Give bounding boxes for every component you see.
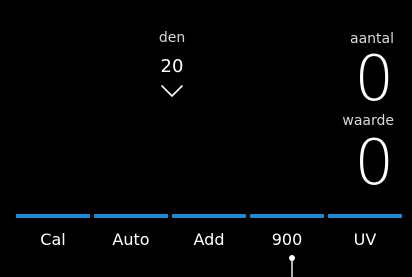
- speed-900-button[interactable]: 900: [250, 214, 324, 254]
- function-key-row: Cal Auto Add 900 UV: [16, 214, 402, 254]
- add-button[interactable]: Add: [172, 214, 246, 254]
- add-button-indicator: [172, 214, 246, 218]
- count-value: 0: [354, 42, 394, 115]
- pointer-marker-icon: [289, 255, 295, 277]
- uv-button-label: UV: [353, 230, 377, 249]
- uv-button-indicator: [328, 214, 402, 218]
- cal-button[interactable]: Cal: [16, 214, 90, 254]
- auto-button-indicator: [94, 214, 168, 218]
- speed-900-button-indicator: [250, 214, 324, 218]
- total-value: 0: [354, 126, 394, 199]
- auto-button[interactable]: Auto: [94, 214, 168, 254]
- uv-button[interactable]: UV: [328, 214, 402, 254]
- auto-button-label: Auto: [112, 230, 150, 249]
- add-button-label: Add: [193, 230, 225, 249]
- speed-900-button-label: 900: [271, 230, 303, 249]
- cal-button-indicator: [16, 214, 90, 218]
- denomination-value[interactable]: 20: [122, 56, 222, 77]
- cal-button-label: Cal: [40, 230, 66, 249]
- chevron-down-icon[interactable]: [160, 84, 184, 98]
- denomination-label: den: [158, 30, 186, 46]
- counter-display: den 20 aantal 0 waarde 0 Cal Auto Add 90…: [0, 0, 412, 277]
